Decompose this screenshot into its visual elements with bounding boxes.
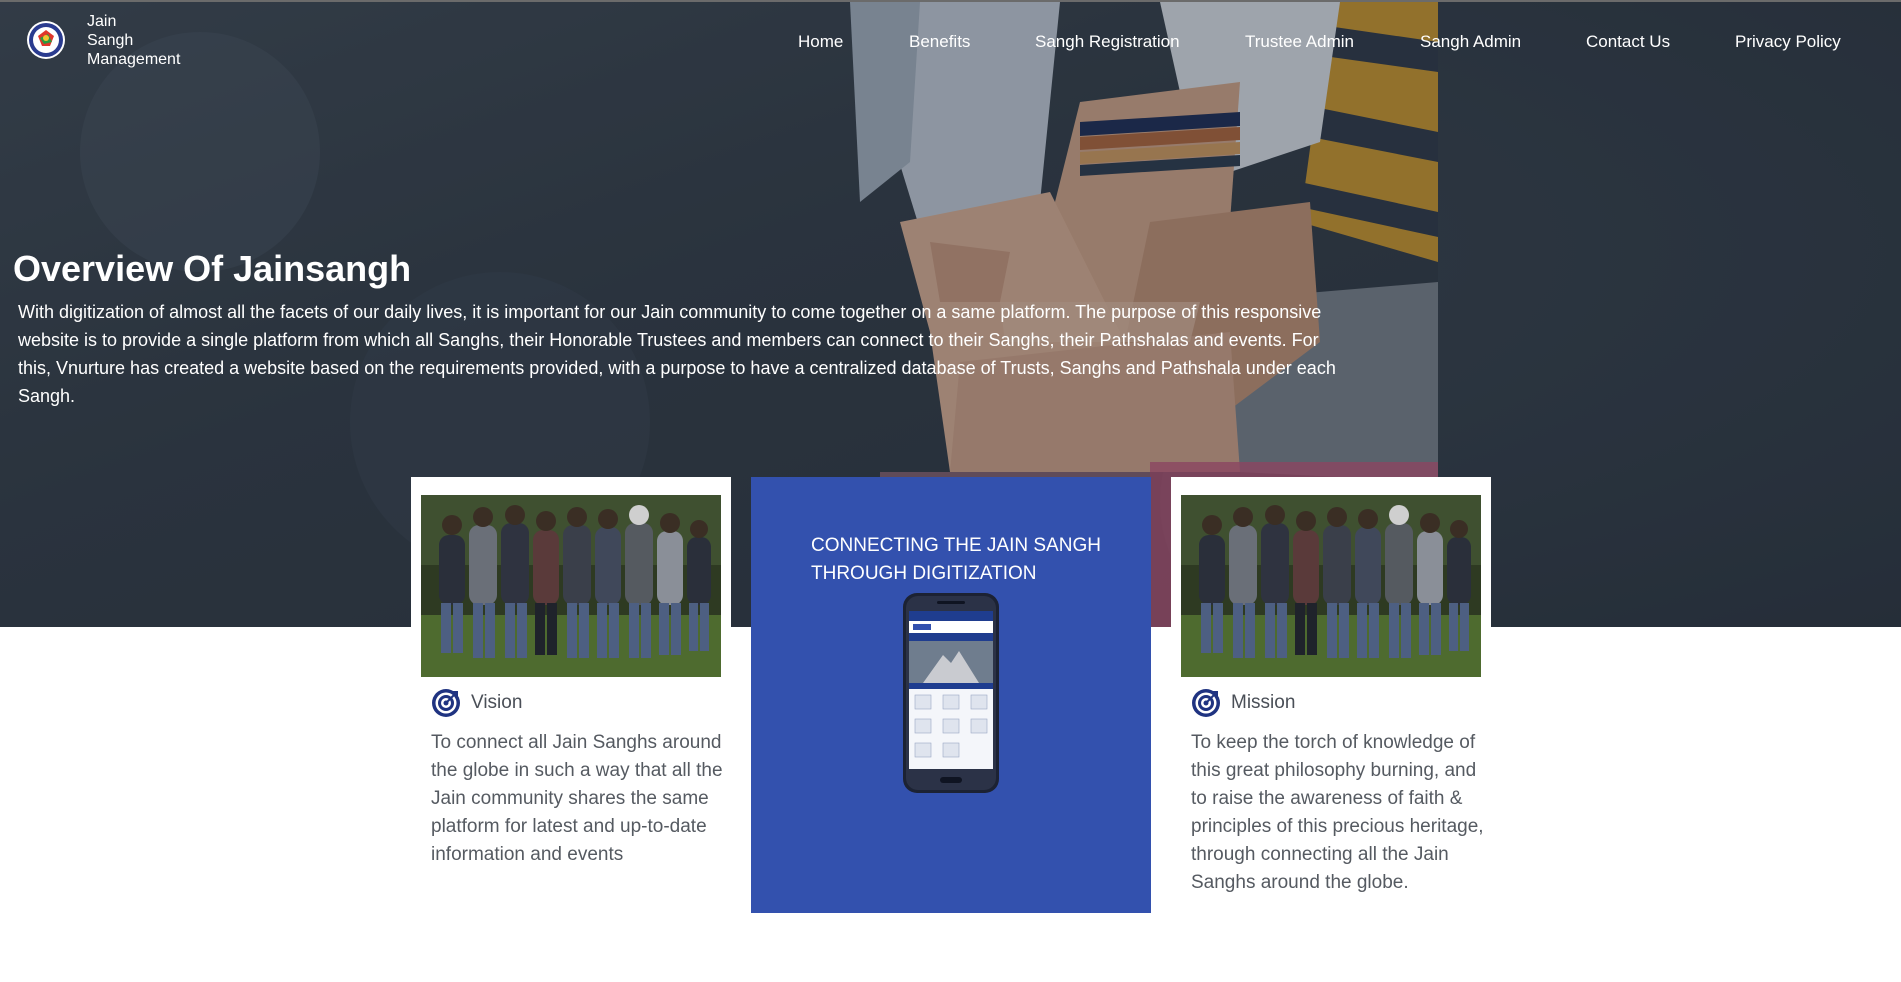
digitization-title: CONNECTING THE JAIN SANGH THROUGH DIGITI… xyxy=(811,535,1101,584)
digitization-card: CONNECTING THE JAIN SANGH THROUGH DIGITI… xyxy=(751,477,1151,913)
brand-line-2: Sangh xyxy=(87,32,134,49)
nav-item-trustee-admin[interactable]: Trustee Admin xyxy=(1245,32,1354,52)
nav-item-privacy-policy[interactable]: Privacy Policy xyxy=(1735,32,1841,52)
vision-label: Vision xyxy=(471,692,523,713)
vision-group-photo xyxy=(421,495,721,677)
brand-name[interactable]: Jain Sangh Management xyxy=(87,12,180,69)
mission-group-photo xyxy=(1181,495,1481,677)
mission-text: To keep the torch of knowledge of this g… xyxy=(1191,732,1484,893)
overview-text: With digitization of almost all the face… xyxy=(18,302,1336,406)
vision-card: Vision To connect all Jain Sanghs around… xyxy=(411,477,731,917)
vision-heading: Vision xyxy=(431,687,522,719)
brand-line-1: Jain xyxy=(87,13,117,30)
target-icon xyxy=(432,689,460,717)
jain-sangh-logo-icon[interactable] xyxy=(26,20,66,60)
target-icon xyxy=(1192,689,1220,717)
vision-text: To connect all Jain Sanghs around the gl… xyxy=(431,732,723,865)
mission-card: Mission To keep the torch of knowledge o… xyxy=(1171,477,1491,917)
nav-item-sangh-admin[interactable]: Sangh Admin xyxy=(1420,32,1521,52)
brand-line-3: Management xyxy=(87,51,181,68)
mission-label: Mission xyxy=(1231,692,1296,713)
overview-title: Overview Of Jainsangh xyxy=(13,248,412,289)
nav-item-home[interactable]: Home xyxy=(798,32,843,52)
nav-item-benefits[interactable]: Benefits xyxy=(909,32,970,52)
nav-item-contact-us[interactable]: Contact Us xyxy=(1586,32,1670,52)
nav-item-sangh-registration[interactable]: Sangh Registration xyxy=(1035,32,1180,52)
mobile-phone-image xyxy=(903,593,999,793)
top-navigation: Jain Sangh Management Home Benefits Sang… xyxy=(0,2,1901,82)
mission-heading: Mission xyxy=(1191,687,1295,719)
